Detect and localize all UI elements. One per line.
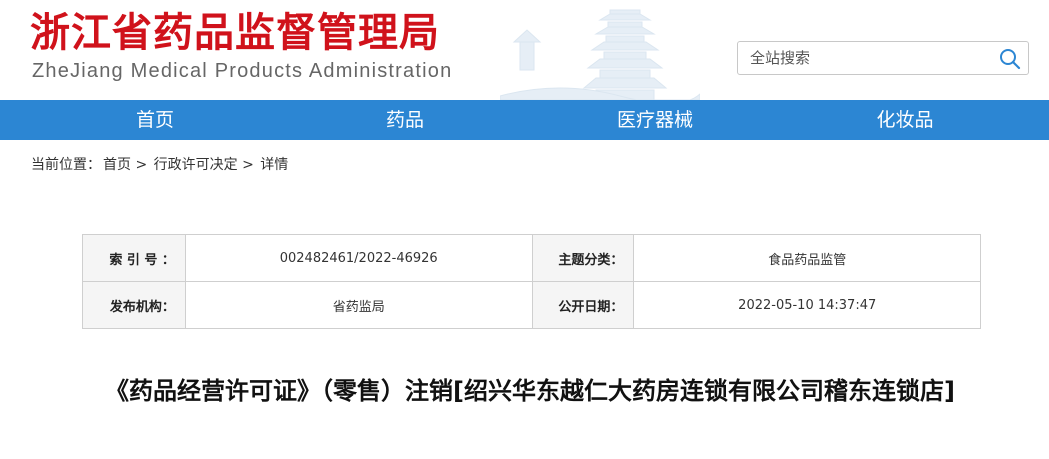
site-title: 浙江省药品监督管理局 bbox=[30, 9, 440, 56]
breadcrumb-separator: > bbox=[135, 157, 148, 173]
nav-item-home[interactable]: 首页 bbox=[55, 100, 255, 140]
nav-item-medical-devices[interactable]: 医疗器械 bbox=[555, 100, 755, 140]
table-row: 发布机构： 省药监局 公开日期： 2022-05-10 14:37:47 bbox=[82, 281, 981, 329]
breadcrumb-item-home[interactable]: 首页 bbox=[103, 157, 131, 173]
breadcrumb-separator: > bbox=[242, 157, 254, 173]
article-title: 《药品经营许可证》（零售）注销[绍兴华东越仁大药房连锁有限公司稽东连锁店] bbox=[105, 377, 955, 405]
breadcrumb-item-detail: 详情 bbox=[260, 157, 289, 173]
site-header: 浙江省药品监督管理局 ZheJiang Medical Products Adm… bbox=[0, 0, 1049, 100]
nav-item-cosmetics[interactable]: 化妆品 bbox=[805, 100, 1005, 140]
metadata-table: 索 引 号 ： 002482461/2022-46926 主题分类： 食品药品监… bbox=[82, 234, 981, 329]
date-label: 公开日期： bbox=[531, 281, 635, 329]
breadcrumb-item-licensing[interactable]: 行政许可决定 bbox=[154, 157, 238, 173]
category-label: 主题分类： bbox=[531, 234, 635, 282]
search-icon[interactable] bbox=[998, 47, 1022, 71]
publisher-label: 发布机构： bbox=[82, 281, 186, 329]
site-subtitle: ZheJiang Medical Products Administration bbox=[32, 60, 453, 82]
publisher-value: 省药监局 bbox=[184, 281, 533, 329]
table-row: 索 引 号 ： 002482461/2022-46926 主题分类： 食品药品监… bbox=[82, 234, 981, 282]
main-nav: 首页 药品 医疗器械 化妆品 bbox=[0, 100, 1049, 140]
pagoda-watermark-icon bbox=[500, 9, 700, 100]
index-value: 002482461/2022-46926 bbox=[184, 234, 533, 282]
search-box bbox=[737, 41, 1029, 75]
category-value: 食品药品监管 bbox=[633, 234, 981, 282]
search-input[interactable] bbox=[738, 42, 1000, 74]
breadcrumb-prefix: 当前位置： bbox=[31, 157, 101, 173]
date-value: 2022-05-10 14:37:47 bbox=[633, 281, 981, 329]
index-label: 索 引 号 ： bbox=[82, 234, 186, 282]
nav-item-drugs[interactable]: 药品 bbox=[305, 100, 505, 140]
breadcrumb: 当前位置： 首页 > 行政许可决定 > 详情 bbox=[31, 155, 290, 175]
